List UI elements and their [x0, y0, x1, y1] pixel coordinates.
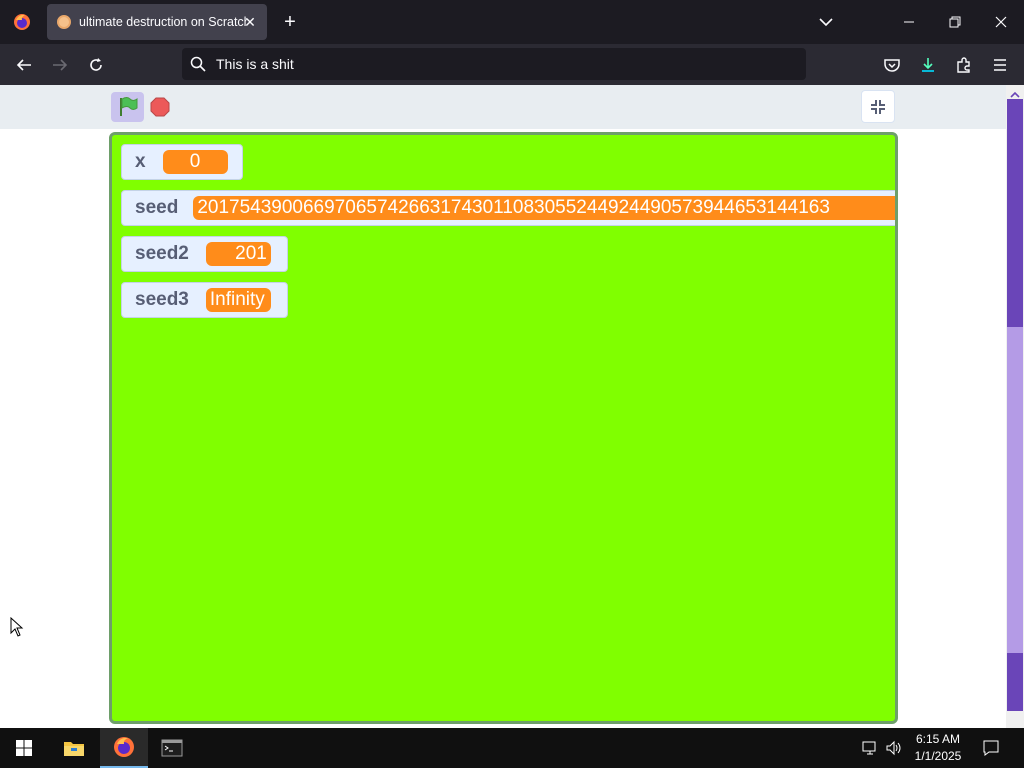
- chevron-down-icon[interactable]: [814, 10, 838, 34]
- clock-date: 1/1/2025: [914, 749, 962, 763]
- page-scrollbar[interactable]: [1006, 85, 1024, 728]
- browser-tab-active[interactable]: ultimate destruction on Scratch ✕: [47, 4, 267, 40]
- hamburger-menu-icon[interactable]: [986, 52, 1014, 78]
- network-icon[interactable]: [860, 738, 880, 758]
- windows-start-icon[interactable]: [0, 728, 48, 768]
- plus-icon[interactable]: +: [278, 10, 302, 34]
- monitor-label: x: [135, 151, 146, 172]
- scroll-thumb[interactable]: [1007, 327, 1023, 653]
- stage-header: [0, 85, 1006, 129]
- browser-tabbar: ultimate destruction on Scratch ✕ +: [0, 0, 1024, 44]
- green-flag-icon: [119, 97, 137, 116]
- monitor-label: seed3: [135, 289, 189, 310]
- monitor-value: 0: [162, 150, 228, 174]
- search-icon: [190, 56, 206, 77]
- monitor-value: 201: [205, 242, 271, 266]
- download-icon[interactable]: [914, 52, 942, 78]
- firefox-menu-icon[interactable]: [8, 8, 36, 36]
- scroll-track[interactable]: [1007, 653, 1023, 711]
- reload-icon[interactable]: [82, 52, 110, 78]
- stop-icon: [150, 97, 170, 117]
- monitor-label: seed: [135, 197, 179, 218]
- green-flag-button[interactable]: [111, 92, 144, 122]
- scratch-favicon-icon: [57, 15, 71, 29]
- terminal-icon[interactable]: [148, 728, 196, 768]
- monitor-label: seed2: [135, 243, 189, 264]
- page-content: x 0 seed 2017543900669706574266317430110…: [0, 85, 1006, 728]
- url-text: This is a shit: [216, 56, 294, 72]
- back-arrow-icon[interactable]: [10, 52, 38, 78]
- exit-fullscreen-icon: [871, 99, 885, 114]
- variable-monitor-seed: seed 20175439006697065742663174301108305…: [121, 190, 895, 226]
- tab-title: ultimate destruction on Scratch: [79, 15, 247, 29]
- windows-taskbar: 6:15 AM 1/1/2025: [0, 728, 1024, 768]
- firefox-icon[interactable]: [100, 728, 148, 768]
- file-explorer-icon[interactable]: [50, 728, 98, 768]
- stage-canvas[interactable]: x 0 seed 2017543900669706574266317430110…: [109, 132, 898, 724]
- minimize-icon[interactable]: [886, 0, 932, 44]
- scroll-up-arrow-icon[interactable]: [1010, 87, 1020, 98]
- clock-time: 6:15 AM: [915, 732, 961, 746]
- stop-button[interactable]: [150, 97, 170, 117]
- variable-monitor-seed2: seed2 201: [121, 236, 288, 272]
- system-clock[interactable]: 6:15 AM 1/1/2025: [906, 731, 970, 765]
- scroll-track[interactable]: [1007, 99, 1023, 327]
- pocket-icon[interactable]: [878, 52, 906, 78]
- close-icon[interactable]: ✕: [241, 13, 259, 31]
- exit-fullscreen-button[interactable]: [861, 90, 895, 123]
- monitor-value: Infinity: [205, 288, 271, 312]
- volume-icon[interactable]: [884, 738, 904, 758]
- close-window-icon[interactable]: [978, 0, 1024, 44]
- url-bar[interactable]: This is a shit: [182, 48, 806, 80]
- monitor-value: 2017543900669706574266317430110830552449…: [193, 196, 895, 220]
- mouse-cursor-icon: [10, 616, 24, 637]
- notification-icon[interactable]: [981, 738, 1001, 758]
- variable-monitor-seed3: seed3 Infinity: [121, 282, 288, 318]
- variable-monitor-x: x 0: [121, 144, 243, 180]
- extensions-icon[interactable]: [950, 52, 978, 78]
- forward-arrow-icon[interactable]: [46, 52, 74, 78]
- restore-icon[interactable]: [932, 0, 978, 44]
